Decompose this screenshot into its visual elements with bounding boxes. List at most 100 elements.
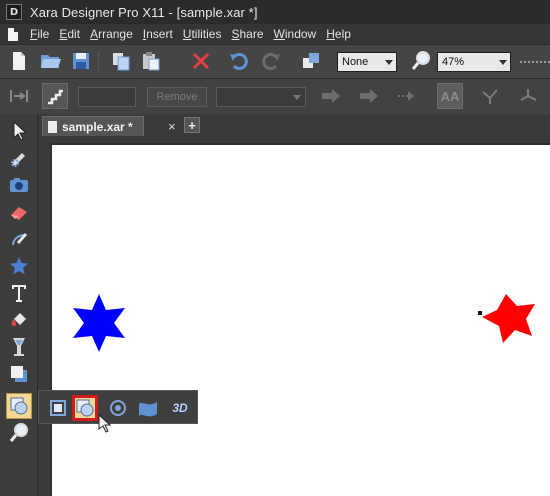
toolbar-overflow-handle[interactable] bbox=[520, 61, 550, 63]
mould-flyout-bar: 3D bbox=[38, 390, 198, 424]
redo-button bbox=[258, 48, 284, 74]
blend-loop-button bbox=[394, 83, 420, 109]
menu-window[interactable]: Window bbox=[274, 27, 317, 41]
arrange-button[interactable] bbox=[298, 48, 324, 74]
selector-tool-icon bbox=[13, 121, 27, 141]
canvas-drawing bbox=[73, 294, 535, 352]
steps-input[interactable] bbox=[78, 87, 136, 107]
document-icon bbox=[48, 120, 57, 133]
paste-button[interactable] bbox=[138, 48, 164, 74]
stairs-icon bbox=[48, 89, 63, 105]
zoom-button[interactable] bbox=[408, 48, 434, 74]
eraser-tool-icon bbox=[11, 207, 27, 220]
arrow-right-icon bbox=[322, 89, 340, 103]
perspective-mould-button[interactable] bbox=[72, 395, 98, 421]
delete-button[interactable] bbox=[188, 48, 214, 74]
selector-tool-button[interactable] bbox=[6, 118, 32, 144]
join-path-icon bbox=[520, 89, 537, 101]
shadow-tool-icon bbox=[11, 366, 27, 382]
save-icon bbox=[73, 53, 89, 69]
photo-tool-icon bbox=[10, 178, 28, 192]
mouse-cursor-icon bbox=[98, 414, 112, 433]
blend-profile-select[interactable] bbox=[216, 87, 306, 107]
app-logo-icon: D bbox=[6, 4, 22, 20]
anti-alias-button[interactable]: AA bbox=[437, 83, 463, 109]
red-star[interactable] bbox=[482, 294, 535, 343]
mould-tool-button[interactable] bbox=[6, 393, 32, 419]
eraser-tool-button[interactable] bbox=[6, 199, 32, 225]
transparency-tool-button[interactable] bbox=[6, 334, 32, 360]
chevron-down-icon bbox=[293, 95, 301, 100]
window-title: Xara Designer Pro X11 - [sample.xar *] bbox=[30, 4, 258, 20]
join-path-button bbox=[516, 83, 542, 109]
menu-file[interactable]: File bbox=[30, 27, 49, 41]
blend-steps-button[interactable] bbox=[6, 83, 32, 109]
zoom-select-value: 47% bbox=[442, 56, 465, 68]
undo-button[interactable] bbox=[226, 48, 252, 74]
drawing-canvas[interactable] bbox=[52, 145, 550, 496]
menu-arrange[interactable]: Arrange bbox=[90, 27, 133, 41]
quality-select-value: None bbox=[342, 56, 369, 68]
menu-edit[interactable]: Edit bbox=[59, 27, 80, 41]
zoom-magnifier-icon bbox=[411, 51, 430, 70]
photo-tool-button[interactable] bbox=[6, 172, 32, 198]
wave-mould-button[interactable] bbox=[135, 395, 161, 421]
close-tab-icon[interactable]: × bbox=[168, 119, 176, 134]
toolbar-separator bbox=[98, 51, 99, 73]
open-button[interactable] bbox=[38, 48, 64, 74]
blend-steps-icon bbox=[10, 90, 28, 102]
star-tool-icon bbox=[10, 257, 28, 275]
envelope-mould-button[interactable] bbox=[45, 395, 71, 421]
menu-insert[interactable]: Insert bbox=[143, 27, 173, 41]
copy-button[interactable] bbox=[108, 48, 134, 74]
dotted-arrow-icon bbox=[398, 91, 414, 101]
remove-button[interactable]: Remove bbox=[147, 87, 207, 107]
delete-x-icon bbox=[192, 52, 210, 70]
text-tool-button[interactable] bbox=[6, 280, 32, 306]
add-tab-button[interactable]: + bbox=[184, 117, 200, 133]
split-path-icon bbox=[482, 89, 498, 104]
quality-select[interactable]: None bbox=[337, 52, 397, 72]
star-tool-button[interactable] bbox=[6, 253, 32, 279]
menu-help[interactable]: Help bbox=[326, 27, 351, 41]
zoom-tool-button[interactable] bbox=[6, 420, 32, 446]
freehand-tool-button[interactable] bbox=[6, 226, 32, 252]
save-button[interactable] bbox=[68, 48, 94, 74]
envelope-icon bbox=[50, 400, 66, 416]
blend-path-button[interactable] bbox=[42, 83, 68, 109]
arrange-icon bbox=[303, 53, 319, 68]
wave-mould-icon bbox=[139, 402, 157, 417]
open-folder-icon bbox=[41, 55, 61, 68]
mould-tool-icon bbox=[10, 397, 28, 415]
zoom-tool-icon bbox=[9, 423, 28, 442]
contour-tool-icon bbox=[11, 153, 25, 167]
3d-extrude-button[interactable]: 3D bbox=[165, 395, 195, 421]
document-tab-bar: sample.xar * × + bbox=[38, 114, 550, 136]
blue-star[interactable] bbox=[73, 294, 125, 352]
fill-tool-icon bbox=[11, 313, 26, 326]
zoom-select[interactable]: 47% bbox=[437, 52, 511, 72]
freehand-tool-icon bbox=[12, 233, 27, 246]
tools-panel bbox=[0, 114, 38, 496]
contour-tool-button[interactable] bbox=[6, 145, 32, 171]
tab-sample-xar[interactable]: sample.xar * bbox=[42, 116, 144, 136]
chevron-down-icon bbox=[499, 60, 507, 65]
menu-share[interactable]: Share bbox=[231, 27, 263, 41]
menu-bar: File Edit Arrange Insert Utilities Share… bbox=[0, 24, 550, 44]
menu-utilities[interactable]: Utilities bbox=[183, 27, 222, 41]
new-document-button[interactable] bbox=[6, 48, 32, 74]
selection-handle[interactable] bbox=[478, 311, 482, 315]
blend-arrow-1-button bbox=[318, 83, 344, 109]
copy-icon bbox=[113, 53, 130, 71]
chevron-down-icon bbox=[385, 60, 393, 65]
document-menu-icon[interactable] bbox=[8, 27, 18, 41]
text-tool-icon bbox=[12, 285, 26, 302]
arrow-right-icon bbox=[360, 89, 378, 103]
tab-label: sample.xar * bbox=[62, 119, 133, 134]
fill-tool-button[interactable] bbox=[6, 307, 32, 333]
shadow-tool-button[interactable] bbox=[6, 361, 32, 387]
perspective-mould-icon bbox=[76, 399, 94, 417]
split-path-button bbox=[478, 83, 504, 109]
redo-icon bbox=[262, 53, 280, 70]
main-toolbar: None 47% bbox=[0, 44, 550, 78]
